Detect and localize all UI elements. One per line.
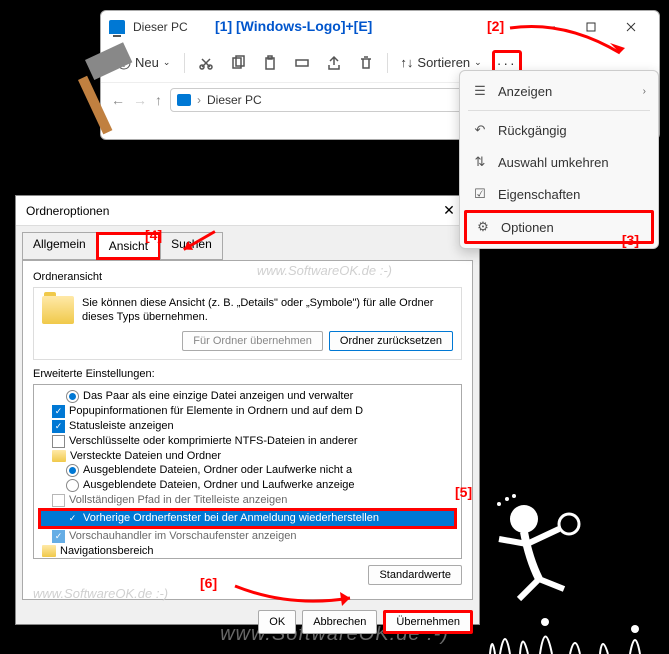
explorer-titlebar: Dieser PC bbox=[101, 11, 659, 43]
annotation-3: [3] bbox=[622, 232, 639, 248]
checkbox-icon[interactable] bbox=[66, 512, 79, 525]
checkbox-icon[interactable] bbox=[52, 420, 65, 433]
hammer-figure bbox=[0, 30, 150, 200]
checkbox-icon[interactable] bbox=[52, 494, 65, 507]
checkbox-icon[interactable] bbox=[52, 530, 65, 543]
btn-ok[interactable]: OK bbox=[258, 610, 296, 634]
rename-icon[interactable] bbox=[289, 50, 315, 76]
chevron-right-icon: › bbox=[643, 86, 646, 97]
dialog-body: www.SoftwareOK.de :-) Ordneransicht Sie … bbox=[22, 260, 473, 600]
chevron-down-icon: ⌄ bbox=[163, 57, 171, 68]
copy-icon[interactable] bbox=[225, 50, 251, 76]
watermark: www.SoftwareOK.de :-) bbox=[33, 586, 168, 601]
undo-icon: ↶ bbox=[472, 122, 488, 138]
menu-eigenschaften[interactable]: ☑ Eigenschaften bbox=[460, 178, 658, 210]
sort-icon: ↑↓ bbox=[400, 55, 413, 70]
folder-options-dialog: Ordneroptionen ✕ Allgemein Ansicht Suche… bbox=[15, 195, 480, 625]
folder-view-desc: Sie können diese Ansicht (z. B. „Details… bbox=[82, 296, 453, 325]
dialog-footer: OK Abbrechen Übernehmen bbox=[16, 606, 479, 638]
separator bbox=[387, 53, 388, 73]
pc-icon bbox=[177, 94, 191, 106]
tree-item[interactable]: Verschlüsselte oder komprimierte NTFS-Da… bbox=[38, 434, 457, 449]
running-figure bbox=[469, 494, 589, 614]
annotation-5: [5] bbox=[455, 484, 472, 500]
menu-rueckgaengig[interactable]: ↶ Rückgängig bbox=[460, 114, 658, 146]
radio-icon[interactable] bbox=[66, 464, 79, 477]
btn-apply-folders[interactable]: Für Ordner übernehmen bbox=[182, 331, 323, 351]
maximize-button[interactable] bbox=[571, 13, 611, 41]
section-title: Ordneransicht bbox=[33, 271, 462, 283]
btn-reset-folders[interactable]: Ordner zurücksetzen bbox=[329, 331, 453, 351]
more-dropdown: ☰ Anzeigen › ↶ Rückgängig ⇅ Auswahl umke… bbox=[459, 70, 659, 249]
delete-icon[interactable] bbox=[353, 50, 379, 76]
paste-icon[interactable] bbox=[257, 50, 283, 76]
folder-view-section: Sie können diese Ansicht (z. B. „Details… bbox=[33, 287, 462, 360]
watermark: www.SoftwareOK.de :-) bbox=[257, 263, 392, 278]
annotation-2: [2] bbox=[487, 18, 504, 34]
advanced-title: Erweiterte Einstellungen: bbox=[33, 368, 462, 380]
tree-item[interactable]: Das Paar als eine einzige Datei anzeigen… bbox=[38, 389, 457, 404]
tree-item[interactable]: Vorschauhandler im Vorschaufenster anzei… bbox=[38, 529, 457, 544]
annotation-6: [6] bbox=[200, 575, 217, 591]
options-icon: ⚙ bbox=[475, 219, 491, 235]
annotation-4: [4] bbox=[145, 227, 162, 243]
breadcrumb: Dieser PC bbox=[207, 93, 262, 107]
grass-decoration bbox=[480, 604, 660, 654]
radio-icon[interactable] bbox=[66, 479, 79, 492]
btn-defaults[interactable]: Standardwerte bbox=[368, 565, 462, 585]
share-icon[interactable] bbox=[321, 50, 347, 76]
tree-item[interactable]: Popupinformationen für Elemente in Ordne… bbox=[38, 404, 457, 419]
dialog-title: Ordneroptionen bbox=[26, 204, 109, 218]
close-button[interactable] bbox=[611, 13, 651, 41]
menu-auswahl-umkehren[interactable]: ⇅ Auswahl umkehren bbox=[460, 146, 658, 178]
advanced-settings-tree[interactable]: Das Paar als eine einzige Datei anzeigen… bbox=[33, 384, 462, 559]
checkbox-icon[interactable] bbox=[52, 435, 65, 448]
folder-icon bbox=[42, 296, 74, 324]
separator bbox=[184, 53, 185, 73]
properties-icon: ☑ bbox=[472, 186, 488, 202]
separator bbox=[468, 110, 650, 111]
invert-icon: ⇅ bbox=[472, 154, 488, 170]
up-button[interactable]: ↑ bbox=[155, 92, 162, 108]
tree-item[interactable]: Ausgeblendete Dateien, Ordner oder Laufw… bbox=[38, 463, 457, 478]
annotation-1: [1] [Windows-Logo]+[E] bbox=[215, 18, 372, 34]
tree-item: Navigationsbereich bbox=[38, 544, 457, 558]
tab-suchen[interactable]: Suchen bbox=[160, 232, 223, 260]
dialog-titlebar: Ordneroptionen ✕ bbox=[16, 196, 479, 226]
checkbox-icon[interactable] bbox=[52, 405, 65, 418]
dialog-tabs: Allgemein Ansicht Suchen bbox=[16, 226, 479, 260]
tree-item: Versteckte Dateien und Ordner bbox=[38, 449, 457, 463]
sort-label: Sortieren bbox=[417, 55, 470, 70]
cut-icon[interactable] bbox=[193, 50, 219, 76]
tree-item[interactable]: Vollständigen Pfad in der Titelleiste an… bbox=[38, 493, 457, 508]
menu-anzeigen[interactable]: ☰ Anzeigen › bbox=[460, 75, 658, 107]
folder-icon bbox=[42, 545, 56, 557]
view-icon: ☰ bbox=[472, 83, 488, 99]
tree-item[interactable]: Statusleiste anzeigen bbox=[38, 419, 457, 434]
btn-cancel[interactable]: Abbrechen bbox=[302, 610, 377, 634]
folder-icon bbox=[52, 450, 66, 462]
radio-icon[interactable] bbox=[66, 390, 79, 403]
minimize-button[interactable] bbox=[531, 13, 571, 41]
tree-item[interactable]: Ausgeblendete Dateien, Ordner und Laufwe… bbox=[38, 478, 457, 493]
chevron-down-icon: ⌄ bbox=[474, 57, 482, 68]
tab-allgemein[interactable]: Allgemein bbox=[22, 232, 97, 260]
btn-apply[interactable]: Übernehmen bbox=[383, 610, 473, 634]
tree-item-restore-windows[interactable]: Vorherige Ordnerfenster bei der Anmeldun… bbox=[38, 508, 457, 529]
